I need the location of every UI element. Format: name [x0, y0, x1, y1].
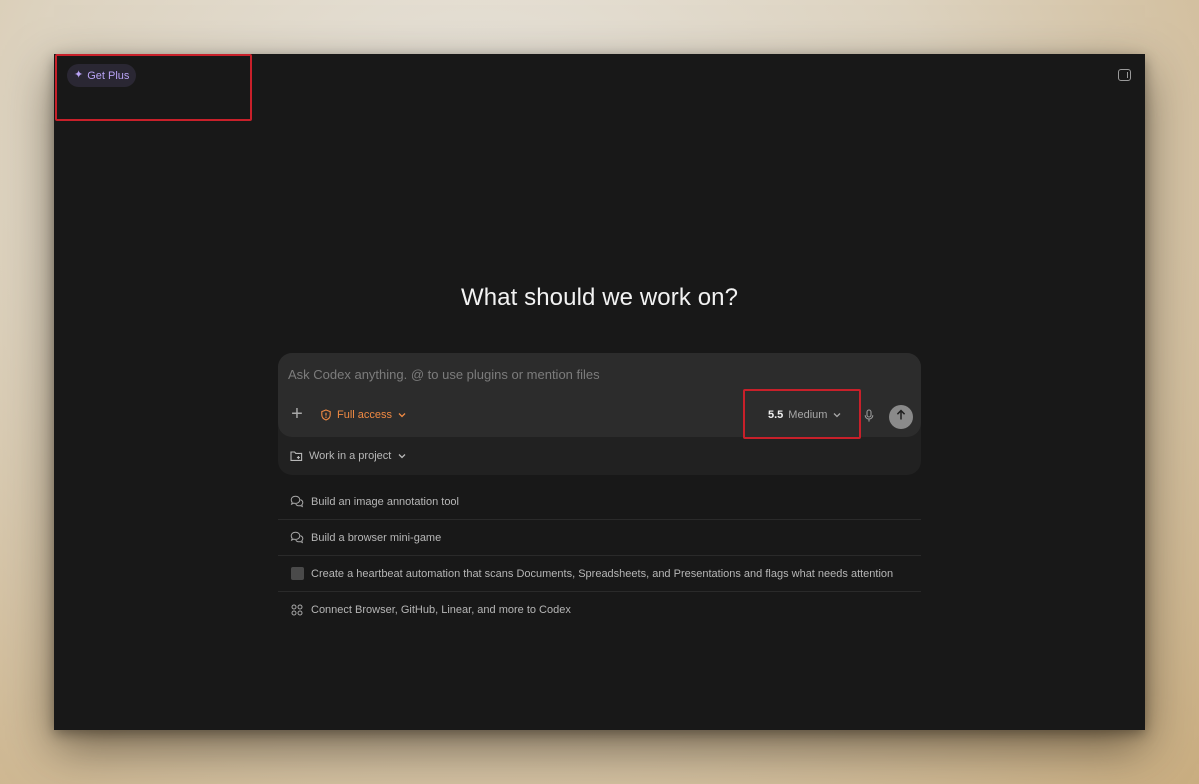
get-plus-label: Get Plus	[87, 69, 130, 82]
chevron-down-icon	[832, 410, 842, 420]
folder-plus-icon	[290, 450, 303, 462]
suggestion-item[interactable]: Build an image annotation tool	[278, 484, 921, 520]
suggestion-label: Create a heartbeat automation that scans…	[311, 567, 894, 580]
model-version: 5.5	[768, 409, 784, 421]
microphone-icon[interactable]	[864, 409, 874, 428]
apps-grid-icon	[290, 603, 304, 617]
suggestion-item[interactable]: Create a heartbeat automation that scans…	[278, 556, 921, 592]
model-effort: Medium	[788, 409, 828, 421]
suggestion-list: Build an image annotation tool Build a b…	[278, 484, 921, 628]
composer: + Full access 5.5 Medium	[278, 353, 921, 437]
get-plus-button[interactable]: ✦ Get Plus	[67, 64, 137, 87]
suggestion-item[interactable]: Connect Browser, GitHub, Linear, and mor…	[278, 592, 921, 628]
sparkle-icon: ✦	[74, 69, 84, 81]
send-button[interactable]	[889, 405, 913, 429]
chevron-down-icon	[397, 410, 407, 420]
work-in-project-label: Work in a project	[309, 450, 392, 462]
app-window: ✦ Get Plus What should we work on? + Ful…	[54, 54, 1145, 730]
suggestion-label: Build an image annotation tool	[311, 495, 459, 508]
suggestion-label: Build a browser mini-game	[311, 531, 442, 544]
shield-alert-icon	[320, 409, 332, 421]
model-selector-button[interactable]: 5.5 Medium	[768, 409, 842, 421]
suggestion-item[interactable]: Build a browser mini-game	[278, 520, 921, 556]
chat-bubbles-icon	[290, 495, 304, 509]
sidebar-toggle-icon[interactable]	[1118, 69, 1131, 81]
add-attachment-button[interactable]: +	[289, 404, 305, 424]
chevron-down-icon	[397, 451, 407, 461]
full-access-label: Full access	[337, 409, 393, 421]
work-in-project-button[interactable]: Work in a project	[290, 450, 407, 462]
checkbox-icon	[290, 567, 304, 581]
chat-bubbles-icon	[290, 531, 304, 545]
page-title: What should we work on?	[460, 284, 739, 311]
prompt-input[interactable]	[288, 365, 908, 383]
full-access-button[interactable]: Full access	[320, 409, 407, 421]
arrow-up-icon	[895, 408, 907, 426]
suggestion-label: Connect Browser, GitHub, Linear, and mor…	[311, 604, 571, 616]
